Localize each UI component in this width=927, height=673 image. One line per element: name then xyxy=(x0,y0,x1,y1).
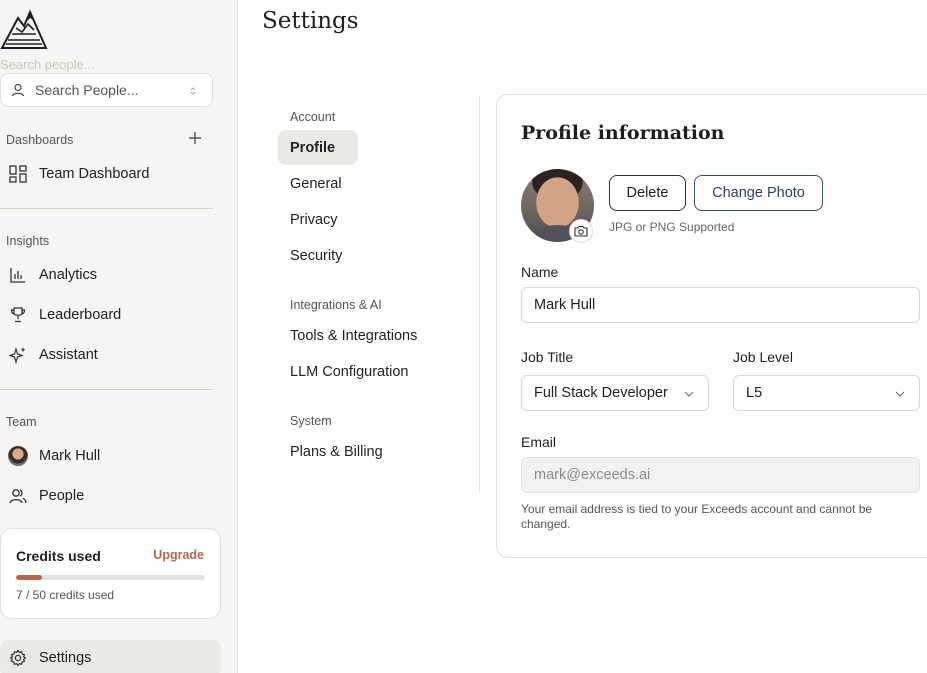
chevron-down-icon xyxy=(684,391,694,397)
camera-icon[interactable] xyxy=(569,219,593,243)
page-title: Settings xyxy=(262,8,359,34)
sidebar-item-label: Settings xyxy=(39,650,92,666)
subnav-item-plans-billing[interactable]: Plans & Billing xyxy=(278,434,383,469)
subnav-item-llm-configuration[interactable]: LLM Configuration xyxy=(278,354,409,389)
subnav-item-privacy[interactable]: Privacy xyxy=(278,202,358,237)
sidebar-item-label: Assistant xyxy=(39,347,98,363)
avatar xyxy=(8,446,28,466)
subnav-item-security[interactable]: Security xyxy=(278,238,358,273)
team-section-label: Team xyxy=(6,415,37,429)
account-group-label: Account xyxy=(290,110,336,124)
upgrade-link[interactable]: Upgrade xyxy=(153,548,204,562)
job-level-select[interactable]: L5 xyxy=(733,375,920,411)
job-level-value: L5 xyxy=(746,385,763,401)
integrations-group-label: Integrations & AI xyxy=(290,298,382,312)
sidebar-item-mark-hull[interactable]: Mark Hull xyxy=(0,438,221,474)
credits-progress-fill xyxy=(16,575,43,580)
sparkles-icon xyxy=(8,345,28,365)
sidebar-divider xyxy=(0,389,213,390)
sidebar-item-label: Leaderboard xyxy=(39,307,122,323)
user-icon xyxy=(11,83,25,97)
mountain-logo-icon[interactable] xyxy=(0,4,48,50)
add-dashboard-icon[interactable] xyxy=(188,131,202,145)
sidebar-divider xyxy=(0,208,213,209)
sidebar-item-leaderboard[interactable]: Leaderboard xyxy=(0,297,221,333)
sidebar-item-label: Mark Hull xyxy=(39,448,101,464)
sidebar-item-team-dashboard[interactable]: Team Dashboard xyxy=(0,156,221,192)
credits-title: Credits used xyxy=(16,548,101,564)
users-icon xyxy=(8,486,28,506)
job-title-label: Job Title xyxy=(521,349,574,365)
sidebar-item-people[interactable]: People xyxy=(0,478,221,514)
profile-heading: Profile information xyxy=(521,122,725,144)
job-title-value: Full Stack Developer xyxy=(534,385,668,401)
photo-hint: JPG or PNG Supported xyxy=(609,220,735,234)
search-ghost-text: Search people... xyxy=(0,57,95,72)
credits-card: Credits used Upgrade 7 / 50 credits used xyxy=(0,528,221,619)
name-field[interactable]: Mark Hull xyxy=(521,287,920,323)
sidebar-item-label: Analytics xyxy=(39,267,98,283)
change-photo-button[interactable]: Change Photo xyxy=(694,175,823,211)
trophy-icon xyxy=(8,305,28,325)
sidebar-item-settings[interactable]: Settings xyxy=(0,640,221,673)
profile-card: Profile information Delete Change Photo … xyxy=(496,94,927,558)
delete-photo-button[interactable]: Delete xyxy=(609,175,686,211)
email-value: mark@exceeds.ai xyxy=(534,467,651,483)
search-placeholder: Search People... xyxy=(35,82,139,98)
job-level-label: Job Level xyxy=(733,349,793,365)
email-note: Your email address is tied to your Excee… xyxy=(521,502,873,531)
search-people-input[interactable]: Search People... xyxy=(0,73,213,107)
gear-icon xyxy=(8,648,28,668)
bar-chart-icon xyxy=(8,265,28,285)
email-label: Email xyxy=(521,434,557,450)
job-title-select[interactable]: Full Stack Developer xyxy=(521,375,709,411)
sidebar: Search people... Search People... Dashbo… xyxy=(0,0,238,673)
subnav-item-tools-integrations[interactable]: Tools & Integrations xyxy=(278,318,417,353)
dashboard-grid-icon xyxy=(8,164,28,184)
subnav-item-general[interactable]: General xyxy=(278,166,358,201)
settings-subnav: Account Profile General Privacy Security… xyxy=(278,95,480,493)
sidebar-item-analytics[interactable]: Analytics xyxy=(0,257,221,293)
system-group-label: System xyxy=(290,414,332,428)
name-label: Name xyxy=(521,264,559,280)
sidebar-item-label: People xyxy=(39,488,85,504)
sidebar-item-label: Team Dashboard xyxy=(39,166,150,182)
sort-icon xyxy=(190,87,196,95)
credits-count: 7 / 50 credits used xyxy=(16,588,115,602)
chevron-down-icon xyxy=(895,391,905,397)
name-value: Mark Hull xyxy=(534,297,596,313)
insights-section-label: Insights xyxy=(6,234,50,248)
credits-progress-bar xyxy=(16,575,205,580)
dashboards-section-label: Dashboards xyxy=(6,133,74,147)
sidebar-item-assistant[interactable]: Assistant xyxy=(0,337,221,373)
subnav-item-profile[interactable]: Profile xyxy=(278,130,358,165)
email-field: mark@exceeds.ai xyxy=(521,457,920,493)
